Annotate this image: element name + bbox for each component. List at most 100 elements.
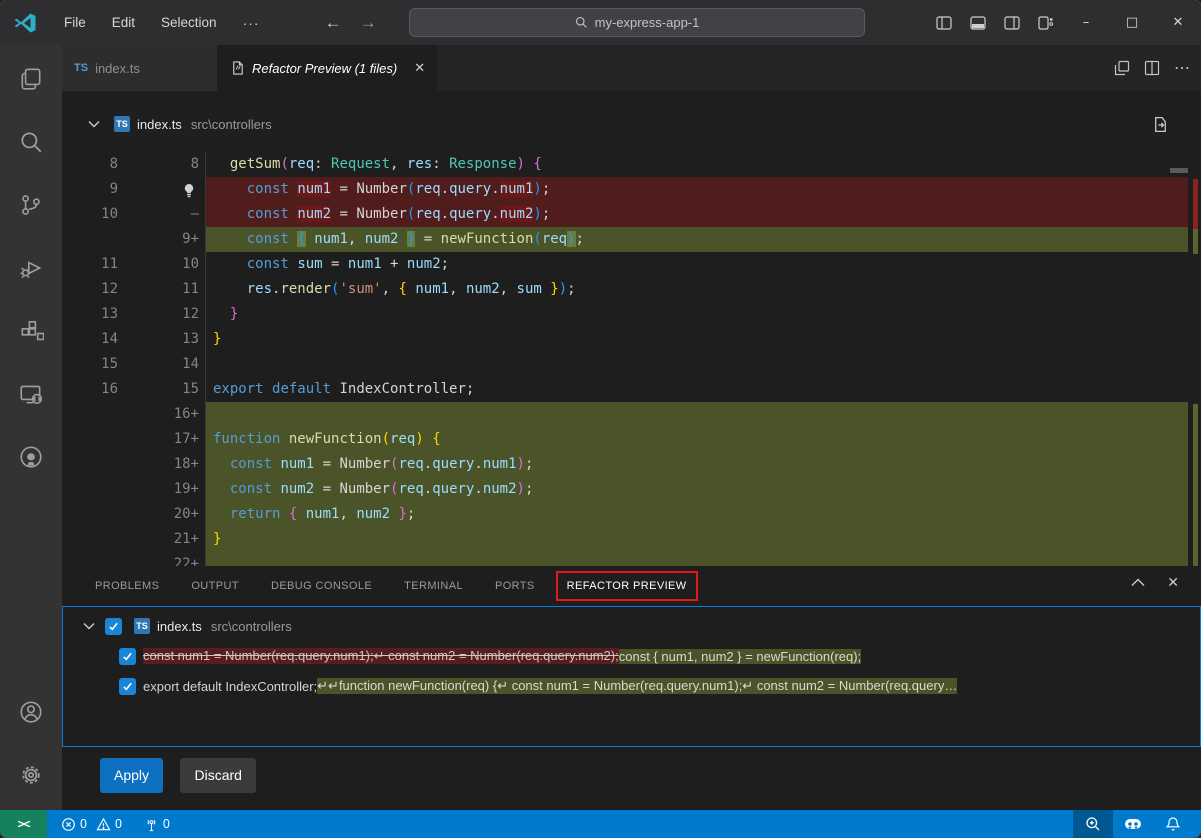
panel-tab-ports[interactable]: PORTS (487, 574, 543, 598)
code-line[interactable]: 1211 res.render('sum', { num1, num2, sum… (62, 277, 1201, 302)
tab-refactor-preview[interactable]: Refactor Preview (1 files) ✕ (218, 45, 438, 91)
toggle-panel-icon[interactable] (961, 8, 995, 38)
code-line[interactable]: 17+function newFunction(req) { (62, 427, 1201, 452)
zoom-indicator-icon[interactable] (1073, 810, 1113, 838)
ports-status[interactable]: 0 (138, 810, 176, 838)
menu-selection[interactable]: Selection (148, 8, 230, 38)
diff-editor[interactable]: 88 getSum(req: Request, res: Response) {… (62, 146, 1201, 566)
copilot-icon[interactable] (1113, 810, 1153, 838)
split-editor-icon[interactable] (1144, 60, 1160, 76)
original-line-number (62, 227, 118, 252)
panel-tab-refactor-preview[interactable]: REFACTOR PREVIEW (559, 574, 695, 598)
code-line[interactable]: 88 getSum(req: Request, res: Response) { (62, 152, 1201, 177)
modified-line-number: 18+ (118, 452, 206, 477)
editor-tab-bar: TS index.ts Refactor Preview (1 files) ✕… (62, 45, 1201, 91)
chevron-down-icon[interactable] (88, 120, 100, 128)
accounts-icon[interactable] (0, 683, 62, 741)
typescript-file-icon: TS (74, 62, 88, 74)
tree-file-row[interactable]: TS index.ts src\controllers (63, 611, 1200, 641)
remote-explorer-icon[interactable] (0, 365, 62, 423)
github-icon[interactable] (0, 428, 62, 486)
refactor-actions: Apply Discard (62, 747, 1201, 810)
original-line-number: 11 (62, 252, 118, 277)
code-line[interactable]: 1615export default IndexController; (62, 377, 1201, 402)
panel-maximize-chevron-icon[interactable] (1131, 578, 1145, 587)
code-text (206, 352, 1188, 377)
code-line[interactable]: 1110 const sum = num1 + num2; (62, 252, 1201, 277)
code-text: const num1 = Number(req.query.num1); (206, 452, 1188, 477)
nav-forward-button[interactable]: → (360, 13, 377, 33)
file-checkbox[interactable] (105, 618, 122, 635)
search-sidebar-icon[interactable] (0, 113, 62, 171)
code-line[interactable]: 19+ const num2 = Number(req.query.num2); (62, 477, 1201, 502)
scrollbar-slider[interactable] (1170, 168, 1188, 173)
panel-close-icon[interactable]: ✕ (1167, 574, 1179, 591)
modified-line-number: 9+ (118, 227, 206, 252)
panel-tab-terminal[interactable]: TERMINAL (396, 574, 471, 598)
bottom-panel: PROBLEMS OUTPUT DEBUG CONSOLE TERMINAL PORTS… (62, 566, 1201, 810)
file-path: src\controllers (211, 619, 292, 634)
code-line[interactable]: 9 const num1 = Number(req.query.num1); (62, 177, 1201, 202)
notifications-bell-icon[interactable] (1153, 810, 1193, 838)
run-and-debug-icon[interactable] (0, 239, 62, 297)
panel-tab-problems[interactable]: PROBLEMS (87, 574, 167, 598)
problems-status[interactable]: 0 0 (55, 810, 128, 838)
added-text: const { num1, num2 } = newFunction(req); (619, 649, 861, 664)
menu-edit[interactable]: Edit (99, 8, 148, 38)
original-line-number: 10 (62, 202, 118, 227)
panel-tab-output[interactable]: OUTPUT (183, 574, 247, 598)
nav-back-button[interactable]: ← (325, 13, 342, 33)
command-center-search[interactable]: my-express-app-1 (409, 8, 865, 37)
code-line[interactable]: 1312 } (62, 302, 1201, 327)
original-line-number: 15 (62, 352, 118, 377)
go-to-file-icon[interactable] (1152, 116, 1169, 133)
modified-line-number: 15 (118, 377, 206, 402)
code-line[interactable]: 9+ const { num1, num2 } = newFunction(re… (62, 227, 1201, 252)
code-line[interactable]: 20+ return { num1, num2 }; (62, 502, 1201, 527)
code-line[interactable]: 1514 (62, 352, 1201, 377)
code-text: return { num1, num2 }; (206, 502, 1188, 527)
extensions-icon[interactable] (0, 302, 62, 360)
modified-line-number: – (118, 202, 206, 227)
menu-overflow-button[interactable]: ··· (230, 15, 273, 31)
code-line[interactable]: 21+} (62, 527, 1201, 552)
tab-close-icon[interactable]: ✕ (414, 60, 425, 76)
search-icon (575, 16, 588, 29)
modified-line-number: 12 (118, 302, 206, 327)
tab-index-ts[interactable]: TS index.ts (62, 45, 218, 91)
settings-gear-icon[interactable] (0, 746, 62, 804)
tree-change-row[interactable]: const num1 = Number(req.query.num1);↵ co… (63, 641, 1200, 671)
window-minimize-button[interactable]: – (1063, 0, 1109, 45)
preview-file-icon (230, 60, 245, 76)
apply-button[interactable]: Apply (100, 758, 163, 793)
code-text: } (206, 302, 1188, 327)
open-changes-icon[interactable] (1114, 60, 1130, 76)
remote-indicator[interactable]: >< (0, 810, 47, 838)
code-line[interactable]: 18+ const num1 = Number(req.query.num1); (62, 452, 1201, 477)
code-text (206, 552, 1188, 566)
original-line-number (62, 452, 118, 477)
customize-layout-icon[interactable] (1029, 8, 1063, 38)
window-close-button[interactable]: ✕ (1155, 0, 1201, 45)
source-control-icon[interactable] (0, 176, 62, 234)
tree-change-row[interactable]: export default IndexController;↵↵functio… (63, 671, 1200, 701)
code-line[interactable]: 1413} (62, 327, 1201, 352)
change-checkbox[interactable] (119, 678, 136, 695)
editor-more-actions-icon[interactable]: ⋯ (1174, 58, 1191, 78)
chevron-down-icon[interactable] (83, 622, 95, 630)
error-count: 0 (80, 817, 87, 831)
panel-tab-debug-console[interactable]: DEBUG CONSOLE (263, 574, 380, 598)
diff-file-header[interactable]: TS index.ts src\controllers (62, 104, 1187, 144)
vscode-logo-icon (13, 11, 37, 35)
code-line[interactable]: 10– const num2 = Number(req.query.num2); (62, 202, 1201, 227)
code-line[interactable]: 22+ (62, 552, 1201, 566)
window-maximize-button[interactable]: □ (1109, 0, 1155, 45)
original-line-number (62, 552, 118, 566)
toggle-primary-sidebar-icon[interactable] (927, 8, 961, 38)
code-line[interactable]: 16+ (62, 402, 1201, 427)
change-checkbox[interactable] (119, 648, 136, 665)
explorer-icon[interactable] (0, 50, 62, 108)
toggle-secondary-sidebar-icon[interactable] (995, 8, 1029, 38)
menu-file[interactable]: File (51, 8, 99, 38)
discard-button[interactable]: Discard (180, 758, 255, 793)
